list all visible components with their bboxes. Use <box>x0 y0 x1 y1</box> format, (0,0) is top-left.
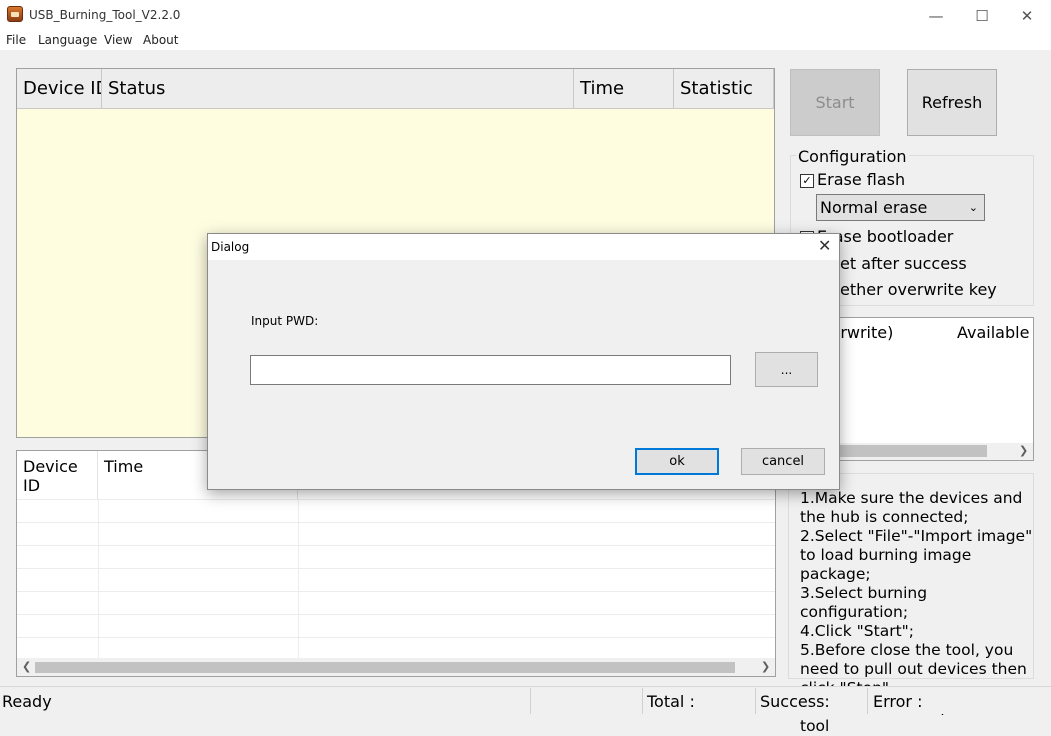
table-row <box>17 614 775 615</box>
window-title: USB_Burning_Tool_V2.2.0 <box>29 8 181 22</box>
dialog-close-icon[interactable]: ✕ <box>818 236 831 255</box>
menu-about[interactable]: About <box>143 33 178 47</box>
help-line: 3.Select burning configuration; <box>800 584 928 621</box>
password-dialog: Dialog ✕ Input PWD: ... ok cancel <box>207 233 840 490</box>
table-row <box>17 545 775 546</box>
key-header-available: Available <box>957 323 1030 342</box>
start-button[interactable]: Start <box>790 69 880 136</box>
table-row <box>17 591 775 592</box>
header-statistic[interactable]: Statistic <box>674 69 774 109</box>
close-button[interactable]: ✕ <box>1004 0 1050 31</box>
help-line: 1.Make sure the devices and the hub is c… <box>800 489 1023 526</box>
log-header-device-id[interactable]: Device ID <box>17 451 98 499</box>
cancel-button[interactable]: cancel <box>741 448 825 475</box>
password-label: Input PWD: <box>251 314 319 328</box>
dialog-title-bar <box>208 234 839 260</box>
status-ready: Ready <box>2 692 52 711</box>
table-row <box>17 499 775 500</box>
scrollbar-thumb[interactable] <box>35 662 735 673</box>
refresh-button[interactable]: Refresh <box>907 69 997 136</box>
ok-button[interactable]: ok <box>635 448 719 475</box>
chevron-down-icon: ⌄ <box>968 201 978 214</box>
status-error: Error : <box>873 692 923 711</box>
header-time[interactable]: Time <box>574 69 674 109</box>
table-row <box>17 637 775 638</box>
table-row <box>17 522 775 523</box>
header-status[interactable]: Status <box>102 69 574 109</box>
column-divider <box>298 499 299 659</box>
horizontal-scrollbar[interactable]: ❮ ❯ <box>17 658 775 676</box>
status-total: Total : <box>647 692 695 711</box>
status-divider <box>530 688 531 714</box>
scroll-left-icon[interactable]: ❮ <box>22 660 31 673</box>
erase-mode-value: Normal erase <box>820 198 928 217</box>
browse-button[interactable]: ... <box>755 352 818 387</box>
status-divider <box>867 688 868 714</box>
table-row <box>17 568 775 569</box>
menu-file[interactable]: File <box>6 33 26 47</box>
dialog-title: Dialog <box>211 240 250 254</box>
menu-view[interactable]: View <box>104 33 132 47</box>
status-divider <box>755 688 756 714</box>
erase-flash-checkbox[interactable]: ✓ <box>800 173 814 188</box>
header-device-id[interactable]: Device ID <box>17 69 102 109</box>
scroll-right-icon[interactable]: ❯ <box>761 660 770 673</box>
erase-flash-label: Erase flash <box>817 170 906 189</box>
menu-language[interactable]: Language <box>38 33 97 47</box>
help-line: 2.Select "File"-"Import image" to load b… <box>800 527 1033 583</box>
status-success: Success: <box>760 692 830 711</box>
scroll-right-icon[interactable]: ❯ <box>1019 444 1028 457</box>
erase-mode-select[interactable]: Normal erase ⌄ <box>816 194 985 221</box>
erase-flash-option[interactable]: ✓ Erase flash <box>800 170 905 189</box>
overwrite-key-label[interactable]: ether overwrite key <box>840 280 997 299</box>
column-divider <box>98 499 99 659</box>
configuration-title: Configuration <box>796 147 909 166</box>
minimize-button[interactable]: — <box>913 0 959 31</box>
app-icon <box>7 6 23 22</box>
maximize-button[interactable]: ☐ <box>959 0 1005 31</box>
status-divider <box>642 688 643 714</box>
password-input[interactable] <box>250 355 731 385</box>
help-line: 4.Click "Start"; <box>800 622 914 640</box>
reset-after-success-label[interactable]: et after success <box>840 254 967 273</box>
